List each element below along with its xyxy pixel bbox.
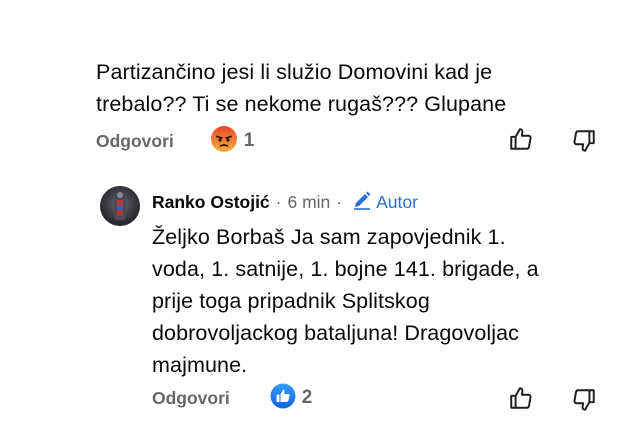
reaction-summary[interactable]: 2: [270, 383, 313, 414]
comment-1-line-2: trebalo?? Ti se nekome rugaš??? Glupane: [96, 92, 507, 116]
reaction-count: 1: [243, 130, 255, 151]
dislike-button-icon[interactable]: [571, 387, 597, 418]
author-badge: Autor: [352, 190, 418, 215]
comment-1-line-1: Partizančino jesi li služio Domovini kad…: [96, 60, 493, 84]
comment-2-line-2: voda, 1. satnije, 1. bojne 141. brigade,…: [152, 257, 539, 281]
like-button-icon[interactable]: [508, 126, 534, 157]
comment-2-line-3: prije toga pripadnik Splitskog: [152, 289, 430, 313]
author-name[interactable]: Ranko Ostojić: [152, 192, 270, 213]
reply-button[interactable]: Odgovori: [96, 131, 174, 152]
separator-dot-2: ·: [336, 191, 343, 212]
comment-2-text: Željko Borbaš Ja sam zapovjednik 1. voda…: [152, 221, 592, 381]
reaction-summary[interactable]: 1: [210, 125, 255, 158]
comment-2-line-5: majmune.: [152, 353, 248, 377]
dislike-button-icon[interactable]: [571, 128, 597, 159]
pencil-icon: [352, 190, 376, 215]
avatar[interactable]: [100, 186, 140, 226]
author-badge-label: Autor: [376, 191, 418, 212]
reaction-count: 2: [301, 387, 313, 408]
reply-button[interactable]: Odgovori: [152, 388, 230, 409]
like-button-icon[interactable]: [508, 385, 534, 416]
comment-2-actions: Odgovori 2: [152, 383, 312, 413]
like-reaction-icon: [270, 383, 296, 414]
comment-2-line-4: dobrovoljackog bataljuna! Dragovoljac: [152, 321, 520, 345]
comment-1-text: Partizančino jesi li služio Domovini kad…: [96, 56, 596, 120]
separator-dot: ·: [275, 191, 282, 212]
angry-reaction-icon: [210, 125, 238, 158]
comment-1-actions: Odgovori 1: [96, 125, 255, 158]
comment-2-meta: Ranko Ostojić · 6 min · Autor: [152, 189, 418, 215]
comment-2-line-1: Željko Borbaš Ja sam zapovjednik 1.: [152, 225, 506, 249]
timestamp[interactable]: 6 min: [288, 192, 331, 213]
